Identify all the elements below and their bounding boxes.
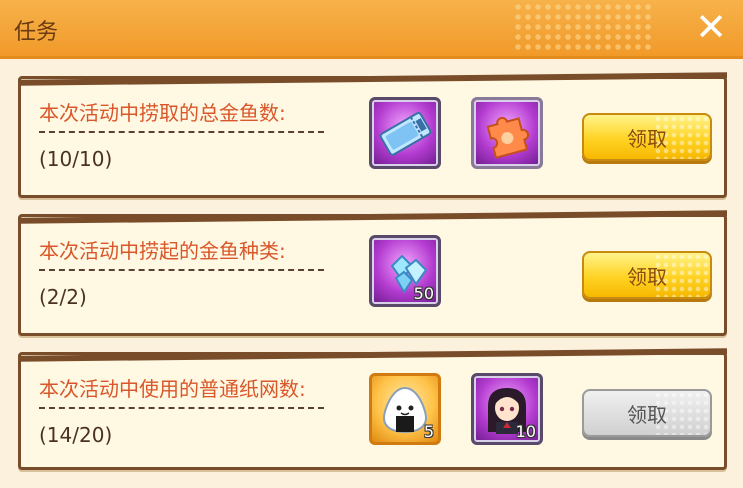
mission-progress: (2/2) xyxy=(39,285,87,309)
claim-button-label: 领取 xyxy=(627,126,667,151)
divider xyxy=(39,269,324,271)
mission-description: 本次活动中捞起的金鱼种类: xyxy=(39,239,286,263)
ticket-icon xyxy=(379,112,432,156)
reward-count: 5 xyxy=(423,422,434,441)
reward-slot[interactable]: 50 xyxy=(369,235,441,307)
mission-card-1: 本次活动中捞取的总金鱼数: (10/10) 领取 xyxy=(18,76,727,198)
close-icon[interactable]: ✕ xyxy=(691,7,731,47)
reward-slot[interactable] xyxy=(369,97,441,169)
puzzle-piece-icon xyxy=(486,116,530,159)
mission-description: 本次活动中捞取的总金鱼数: xyxy=(39,101,286,125)
mission-progress: (14/20) xyxy=(39,423,113,447)
window-header: 任务 ✕ xyxy=(0,0,743,59)
claim-button[interactable]: 领取 xyxy=(582,251,712,299)
reward-slot[interactable]: 5 xyxy=(369,373,441,445)
reward-slot[interactable]: 10 xyxy=(471,373,543,445)
divider xyxy=(39,131,324,133)
mission-description: 本次活动中使用的普通纸网数: xyxy=(39,377,306,401)
header-dot-pattern xyxy=(513,2,653,54)
reward-count: 50 xyxy=(413,284,434,303)
mission-progress: (10/10) xyxy=(39,147,113,171)
divider xyxy=(39,407,324,409)
reward-count: 10 xyxy=(515,422,536,441)
reward-slot[interactable] xyxy=(471,97,543,169)
mission-card-3: 本次活动中使用的普通纸网数: (14/20) 5 10 领取 xyxy=(18,352,727,470)
claim-button-label: 领取 xyxy=(627,264,667,289)
claim-button[interactable]: 领取 xyxy=(582,389,712,437)
claim-button-label: 领取 xyxy=(627,402,667,427)
window-title: 任务 xyxy=(14,20,59,45)
claim-button[interactable]: 领取 xyxy=(582,113,712,161)
mission-card-2: 本次活动中捞起的金鱼种类: (2/2) 50 领取 xyxy=(18,214,727,336)
